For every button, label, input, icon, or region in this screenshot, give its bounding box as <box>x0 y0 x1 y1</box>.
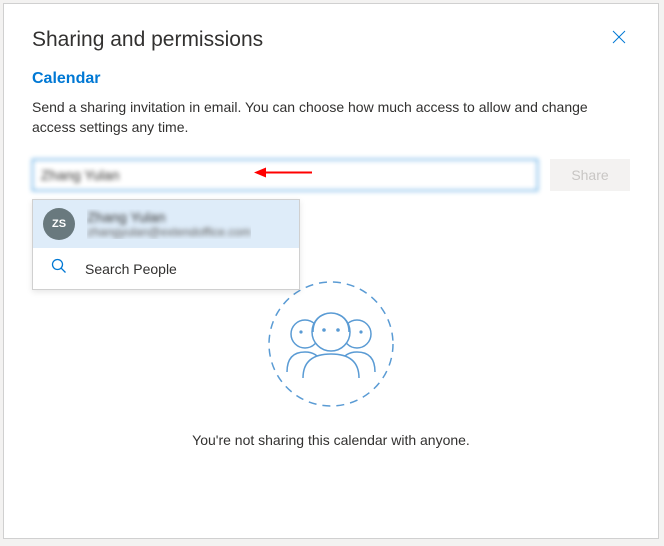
dialog-header: Sharing and permissions <box>32 28 630 52</box>
group-illustration-icon <box>261 274 401 414</box>
section-title: Calendar <box>32 70 630 88</box>
email-input-wrapper <box>32 159 538 191</box>
suggestion-name: Zhang Yulan <box>87 209 251 225</box>
dialog-title: Sharing and permissions <box>32 28 263 52</box>
email-input[interactable] <box>32 159 538 191</box>
search-people-label: Search People <box>85 261 177 277</box>
share-button[interactable]: Share <box>550 159 630 191</box>
suggestion-text: Zhang Yulan zhangyulan@extendoffice.com <box>87 209 251 239</box>
suggestion-dropdown: ZS Zhang Yulan zhangyulan@extendoffice.c… <box>32 199 300 290</box>
input-row: Share <box>32 159 630 191</box>
close-icon <box>612 30 626 44</box>
search-icon <box>51 258 67 279</box>
avatar: ZS <box>43 208 75 240</box>
sharing-permissions-dialog: Sharing and permissions Calendar Send a … <box>3 3 659 539</box>
suggestion-item[interactable]: ZS Zhang Yulan zhangyulan@extendoffice.c… <box>33 200 299 248</box>
empty-state-text: You're not sharing this calendar with an… <box>4 432 658 448</box>
empty-state: You're not sharing this calendar with an… <box>4 274 658 448</box>
close-button[interactable] <box>608 28 630 50</box>
suggestion-email: zhangyulan@extendoffice.com <box>87 225 251 239</box>
description-text: Send a sharing invitation in email. You … <box>32 98 630 137</box>
search-people-row[interactable]: Search People <box>33 248 299 289</box>
